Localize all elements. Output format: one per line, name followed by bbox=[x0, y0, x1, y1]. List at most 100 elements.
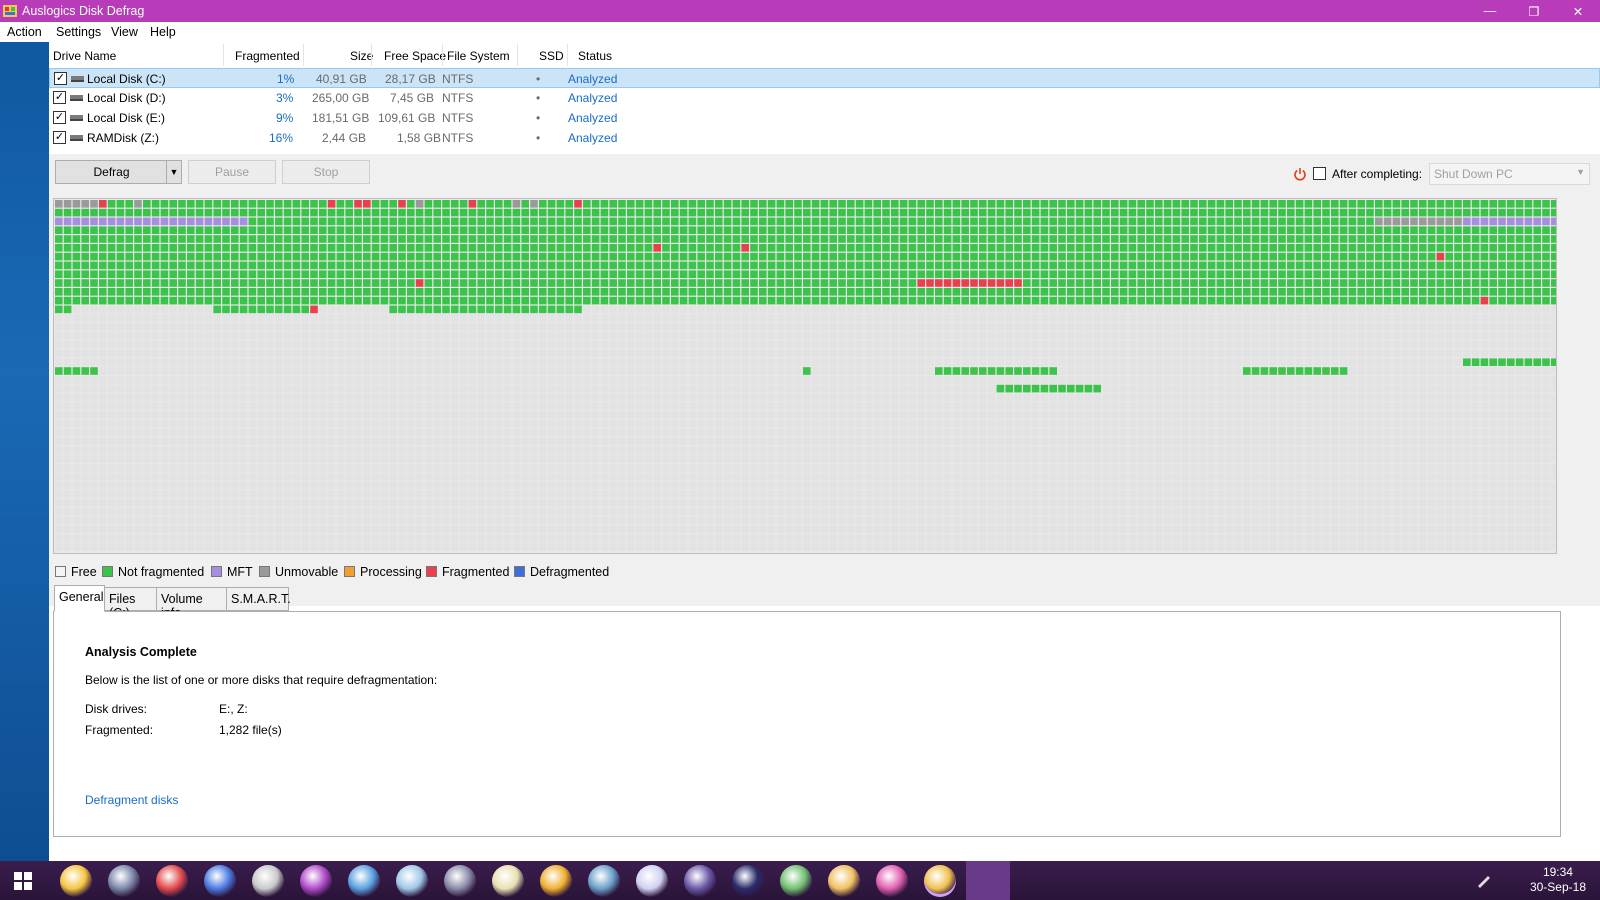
after-completing-checkbox[interactable] bbox=[1313, 167, 1326, 180]
cluster-block bbox=[618, 402, 626, 410]
cluster-block bbox=[1498, 411, 1506, 419]
after-completing-select[interactable]: Shut Down PC ▼ bbox=[1429, 163, 1590, 185]
cluster-block bbox=[1075, 244, 1084, 252]
stop-button[interactable]: Stop bbox=[282, 160, 370, 184]
minimize-icon: — bbox=[1483, 4, 1497, 18]
cluster-block bbox=[591, 252, 600, 261]
cluster-block bbox=[327, 314, 336, 322]
cluster-block bbox=[1128, 305, 1137, 314]
cluster-block bbox=[477, 349, 485, 358]
pause-button[interactable]: Pause bbox=[188, 160, 276, 184]
cluster-block bbox=[292, 244, 301, 252]
drive-checkbox[interactable]: ✓ bbox=[53, 131, 66, 144]
cluster-block bbox=[301, 305, 309, 314]
col-status[interactable]: Status bbox=[578, 49, 612, 63]
menu-settings[interactable]: Settings bbox=[56, 25, 101, 39]
col-ssd[interactable]: SSD bbox=[539, 49, 564, 63]
cluster-block bbox=[1163, 261, 1172, 270]
cluster-block bbox=[1040, 420, 1049, 428]
drive-row-e[interactable]: ✓ Local Disk (E:) 9% 181,51 GB 109,61 GB… bbox=[49, 108, 1600, 128]
cluster-block bbox=[829, 402, 837, 410]
cluster-block bbox=[882, 323, 890, 331]
cluster-block bbox=[1339, 393, 1348, 402]
drive-status: Analyzed bbox=[568, 91, 618, 105]
cluster-block bbox=[1551, 208, 1556, 217]
cluster-block bbox=[723, 261, 732, 270]
cluster-block bbox=[63, 288, 72, 296]
cluster-block bbox=[512, 270, 521, 278]
cluster-block bbox=[653, 393, 661, 402]
cluster-block bbox=[292, 332, 301, 340]
cluster-block bbox=[803, 340, 811, 349]
cluster-block bbox=[55, 323, 63, 331]
menu-action[interactable]: Action bbox=[7, 25, 42, 39]
cluster-block bbox=[1454, 358, 1462, 366]
cluster-block bbox=[1119, 235, 1128, 243]
cluster-block bbox=[151, 200, 160, 208]
close-button[interactable]: ✕ bbox=[1556, 0, 1600, 22]
cluster-block bbox=[882, 393, 890, 402]
defrag-options-dropdown[interactable]: ▼ bbox=[166, 161, 181, 183]
cluster-block bbox=[231, 288, 239, 296]
cluster-block bbox=[292, 200, 301, 208]
cluster-block bbox=[706, 332, 714, 340]
cluster-block bbox=[855, 376, 864, 384]
cluster-block bbox=[239, 270, 248, 278]
cluster-block bbox=[151, 305, 160, 314]
cluster-block bbox=[178, 208, 186, 217]
cluster-block bbox=[1128, 279, 1137, 287]
cluster-block bbox=[283, 270, 292, 278]
cluster-block bbox=[1551, 393, 1556, 402]
drive-row-d[interactable]: ✓ Local Disk (D:) 3% 265,00 GB 7,45 GB N… bbox=[49, 88, 1600, 108]
cluster-block bbox=[1128, 244, 1137, 252]
cluster-block bbox=[882, 420, 890, 428]
cluster-block bbox=[283, 367, 292, 375]
cluster-block bbox=[855, 305, 864, 314]
cluster-block bbox=[275, 288, 283, 296]
restore-button[interactable]: ❐ bbox=[1512, 0, 1556, 22]
cluster-block bbox=[574, 437, 582, 446]
col-fragmented[interactable]: Fragmented bbox=[235, 49, 300, 63]
minimize-button[interactable]: — bbox=[1468, 0, 1512, 22]
cluster-block bbox=[1357, 226, 1365, 234]
col-drive-name[interactable]: Drive Name bbox=[53, 49, 116, 63]
cluster-block bbox=[459, 332, 468, 340]
drive-checkbox[interactable]: ✓ bbox=[53, 91, 66, 104]
col-free-space[interactable]: Free Space bbox=[384, 49, 446, 63]
drive-checkbox[interactable]: ✓ bbox=[54, 72, 67, 85]
cluster-block bbox=[996, 323, 1005, 331]
cluster-block bbox=[1243, 367, 1251, 375]
cluster-block bbox=[195, 437, 204, 446]
menu-view[interactable]: View bbox=[111, 25, 138, 39]
cluster-block bbox=[820, 270, 829, 278]
cluster-block bbox=[1366, 420, 1374, 428]
cluster-block bbox=[662, 208, 670, 217]
cluster-block bbox=[1339, 288, 1348, 296]
cluster-block bbox=[1111, 428, 1119, 437]
cluster-block bbox=[283, 420, 292, 428]
cluster-block bbox=[1146, 332, 1154, 340]
cluster-block bbox=[407, 376, 415, 384]
cluster-block bbox=[899, 428, 908, 437]
cluster-block bbox=[160, 261, 169, 270]
cluster-block bbox=[926, 437, 934, 446]
cluster-block bbox=[1146, 252, 1154, 261]
menu-help[interactable]: Help bbox=[150, 25, 176, 39]
drive-row-z[interactable]: ✓ RAMDisk (Z:) 16% 2,44 GB 1,58 GB NTFS … bbox=[49, 128, 1600, 148]
cluster-block bbox=[591, 235, 600, 243]
cluster-block bbox=[1515, 270, 1524, 278]
drive-row-c[interactable]: ✓ Local Disk (C:) 1% 40,91 GB 28,17 GB N… bbox=[49, 68, 1600, 88]
cluster-block bbox=[1172, 244, 1181, 252]
defrag-button[interactable]: Defrag ▼ bbox=[55, 160, 182, 184]
col-file-system[interactable]: File System bbox=[447, 49, 510, 63]
cluster-block bbox=[1348, 252, 1357, 261]
drive-checkbox[interactable]: ✓ bbox=[53, 111, 66, 124]
cluster-block bbox=[407, 252, 415, 261]
cluster-block bbox=[125, 402, 133, 410]
col-size[interactable]: Size bbox=[350, 49, 373, 63]
cluster-block bbox=[1287, 340, 1295, 349]
cluster-block bbox=[1216, 235, 1225, 243]
cluster-block bbox=[1524, 420, 1533, 428]
cluster-block bbox=[679, 446, 688, 454]
cluster-block bbox=[847, 358, 855, 366]
